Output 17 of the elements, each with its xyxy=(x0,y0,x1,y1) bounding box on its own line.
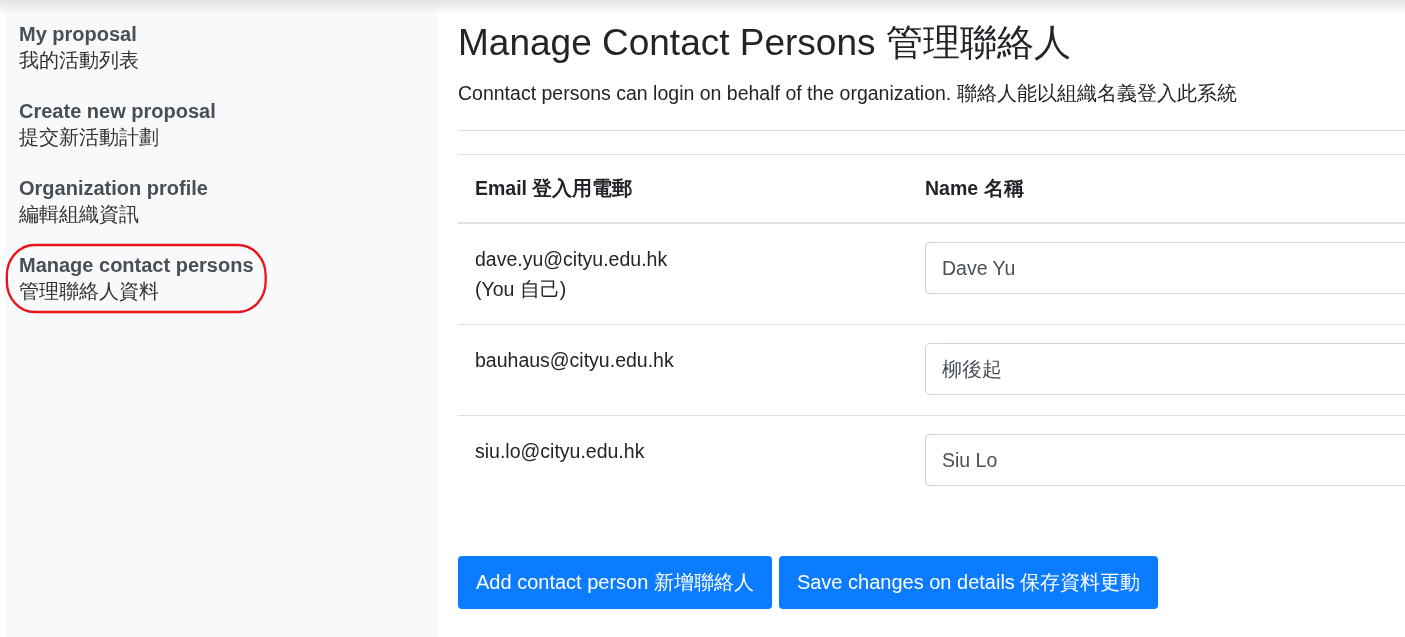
page-description: Conntact persons can login on behalf of the organization. 聯絡人能以組織名義登入此系統 xyxy=(458,81,1238,106)
column-header: Email 登入用電郵 xyxy=(475,177,633,199)
name-field[interactable]: 柳後起 xyxy=(925,343,1405,395)
name-field[interactable]: Siu Lo xyxy=(925,434,1405,486)
name-field[interactable]: Dave Yu xyxy=(925,242,1405,294)
sidebar-item[interactable]: Create new proposal 提交新活動計劃 xyxy=(5,89,230,160)
sidebar-item[interactable]: Organization profile 編輯組織資訊 xyxy=(5,166,222,237)
action-button[interactable]: Save changes on details 保存資料更動 xyxy=(778,556,1159,609)
sidebar-item[interactable]: Manage contact persons 管理聯絡人資料 xyxy=(5,243,268,314)
email-text: bauhaus@cityu.edu.hk xyxy=(475,348,675,373)
page-title: Manage Contact Persons 管理聯絡人 xyxy=(458,21,1072,65)
email-text: siu.lo@cityu.edu.hk xyxy=(475,439,646,464)
sidebar-item[interactable]: My proposal 我的活動列表 xyxy=(5,12,153,83)
email-text: dave.yu@cityu.edu.hk xyxy=(475,247,669,272)
action-button[interactable]: Add contact person 新增聯絡人 xyxy=(458,556,772,609)
note-text: (You 自己) xyxy=(475,277,568,302)
column-header: Name 名稱 xyxy=(925,177,1024,199)
